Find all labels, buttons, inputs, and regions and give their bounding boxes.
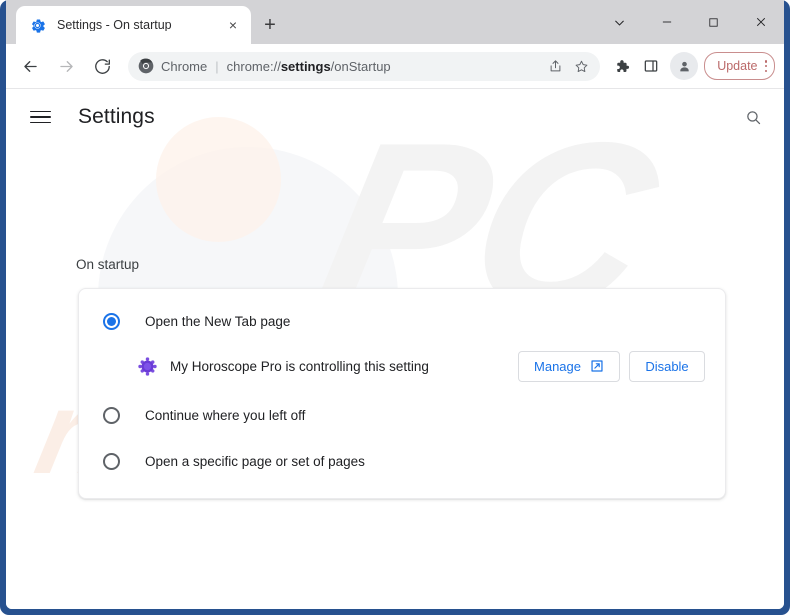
- minimize-icon[interactable]: [643, 0, 690, 44]
- url-prefix: chrome://: [226, 58, 281, 74]
- new-tab-button[interactable]: +: [258, 13, 282, 37]
- star-icon[interactable]: [568, 53, 594, 79]
- manage-button[interactable]: Manage: [518, 350, 620, 382]
- omnibox-separator: |: [215, 58, 219, 74]
- update-button-label: Update: [717, 59, 758, 73]
- close-tab-icon[interactable]: ×: [223, 15, 243, 35]
- url-suffix: /onStartup: [330, 58, 391, 74]
- extension-hexagon-icon: [138, 356, 157, 376]
- url-text: chrome://settings/onStartup: [227, 59, 543, 74]
- puzzle-icon[interactable]: [606, 50, 636, 82]
- maximize-icon[interactable]: [690, 0, 737, 44]
- radio-button[interactable]: [103, 452, 120, 470]
- url-bold: settings: [280, 58, 331, 74]
- tab-title: Settings - On startup: [57, 18, 172, 32]
- settings-header: Settings: [6, 89, 784, 145]
- hamburger-menu-icon[interactable]: [30, 104, 56, 130]
- site-chip-label: Chrome: [161, 58, 208, 74]
- disable-button[interactable]: Disable: [629, 350, 705, 382]
- update-button[interactable]: Update: [704, 52, 775, 80]
- manage-button-label: Manage: [534, 358, 581, 374]
- three-dot-menu-icon[interactable]: [764, 60, 767, 72]
- radio-option-specific-pages[interactable]: Open a specific page or set of pages: [79, 438, 725, 484]
- forward-arrow-icon[interactable]: [50, 50, 82, 82]
- section-label-on-startup: On startup: [76, 257, 140, 272]
- window-controls: [596, 0, 784, 44]
- radio-label: Open a specific page or set of pages: [145, 453, 365, 469]
- radio-button[interactable]: [103, 406, 120, 424]
- browser-window-inner: Settings - On startup × + Chrome | chrom…: [6, 0, 784, 609]
- close-icon[interactable]: [737, 0, 784, 44]
- browser-window: Settings - On startup × + Chrome | chrom…: [0, 0, 790, 615]
- side-panel-icon[interactable]: [636, 50, 666, 82]
- profile-avatar-icon[interactable]: [670, 52, 699, 80]
- share-icon[interactable]: [542, 53, 568, 79]
- chrome-logo-icon: [138, 58, 154, 74]
- tab-search-chevron-down-icon[interactable]: [596, 0, 643, 44]
- browser-tab[interactable]: Settings - On startup ×: [16, 6, 251, 44]
- disable-button-label: Disable: [645, 358, 689, 374]
- omnibox-actions: [542, 53, 594, 79]
- radio-label: Open the New Tab page: [145, 313, 291, 329]
- search-icon[interactable]: [738, 102, 768, 132]
- reload-icon[interactable]: [86, 50, 118, 82]
- extension-notice-text: My Horoscope Pro is controlling this set…: [170, 358, 429, 374]
- settings-gear-icon: [32, 19, 45, 33]
- back-arrow-icon[interactable]: [14, 50, 46, 82]
- extension-control-notice: My Horoscope Pro is controlling this set…: [79, 344, 725, 392]
- radio-button-selected[interactable]: [103, 312, 120, 330]
- radio-label: Continue where you left off: [145, 407, 306, 423]
- settings-page: PC risk.com Settings On startup Open the…: [6, 89, 784, 609]
- extension-notice-actions: Manage Disable: [518, 350, 705, 382]
- radio-option-new-tab-page[interactable]: Open the New Tab page: [79, 298, 725, 344]
- page-title: Settings: [78, 105, 155, 128]
- radio-option-continue-where-left-off[interactable]: Continue where you left off: [79, 392, 725, 438]
- browser-toolbar: Chrome | chrome://settings/onStartup Upd…: [6, 44, 784, 89]
- tab-strip: Settings - On startup × +: [6, 0, 784, 44]
- address-bar[interactable]: Chrome | chrome://settings/onStartup: [128, 51, 601, 81]
- external-link-icon: [591, 360, 603, 372]
- on-startup-card: Open the New Tab page My Horoscope Pro i…: [78, 288, 726, 499]
